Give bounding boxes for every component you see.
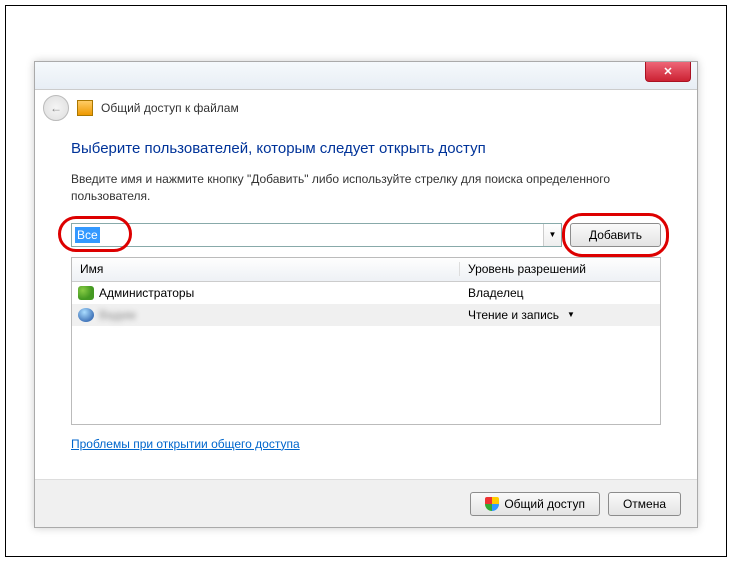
main-heading: Выберите пользователей, которым следует … [71,140,661,157]
cell-permission[interactable]: Чтение и запись ▼ [460,308,660,322]
chevron-down-icon: ▼ [548,230,556,239]
permission-level: Чтение и запись [468,308,559,322]
combobox-selected-value: Все [75,227,100,243]
dialog-title: Общий доступ к файлам [101,101,239,115]
back-button[interactable]: ← [43,95,69,121]
table-header: Имя Уровень разрешений [72,258,660,282]
close-icon: ✕ [663,65,672,78]
close-button[interactable]: ✕ [645,62,691,82]
dropdown-arrow[interactable]: ▼ [543,224,561,246]
table-row[interactable]: Вадим Чтение и запись ▼ [72,304,660,326]
user-input-row: Все ▼ Добавить [71,223,661,247]
cell-name: Администраторы [72,286,460,300]
column-header-name[interactable]: Имя [72,262,460,276]
help-link[interactable]: Проблемы при открытии общего доступа [71,437,300,451]
cell-name: Вадим [72,308,460,322]
user-input[interactable] [72,224,543,246]
add-button[interactable]: Добавить [570,223,661,247]
share-button-label: Общий доступ [504,497,585,511]
cancel-button[interactable]: Отмена [608,492,681,516]
titlebar: ✕ [35,62,697,90]
footer: Общий доступ Отмена [35,479,697,527]
chevron-down-icon: ▼ [567,310,575,319]
permission-level: Владелец [468,286,524,300]
user-combobox[interactable]: Все ▼ [71,223,562,247]
file-sharing-dialog: ✕ ← Общий доступ к файлам Выберите польз… [34,61,698,528]
share-button[interactable]: Общий доступ [470,492,600,516]
group-icon [78,286,94,300]
cell-permission: Владелец [460,286,660,300]
instruction-text: Введите имя и нажмите кнопку "Добавить" … [71,171,661,205]
back-arrow-icon: ← [50,101,62,115]
users-table: Имя Уровень разрешений Администраторы Вл… [71,257,661,425]
user-icon [78,308,94,322]
table-row[interactable]: Администраторы Владелец [72,282,660,304]
column-header-permission[interactable]: Уровень разрешений [460,262,660,276]
header: ← Общий доступ к файлам [35,90,697,126]
user-name: Администраторы [99,286,194,300]
content-area: Выберите пользователей, которым следует … [35,126,697,451]
user-name: Вадим [99,308,136,322]
sharing-icon [77,100,93,116]
shield-icon [485,497,499,511]
